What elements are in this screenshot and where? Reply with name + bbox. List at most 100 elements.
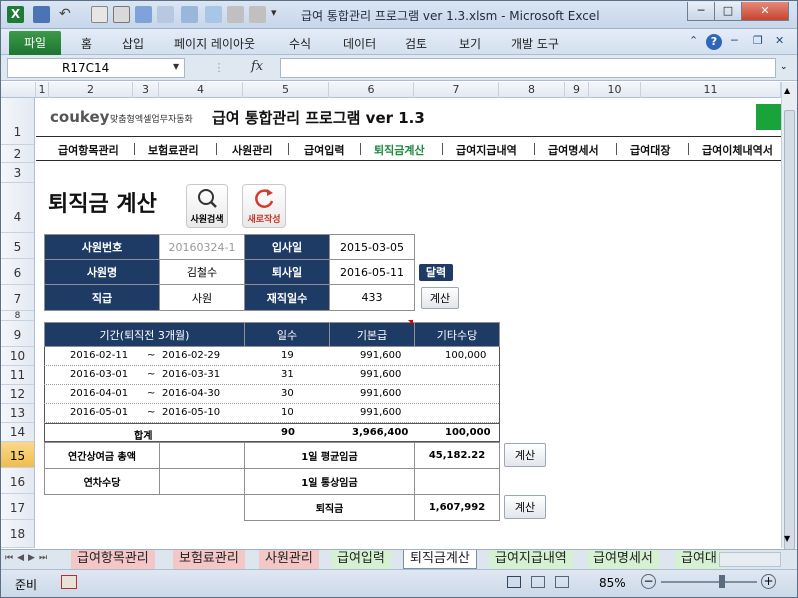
sheet-tab[interactable]: 급여명세서 [587, 550, 659, 569]
undo-icon[interactable]: ↶ [59, 6, 76, 23]
row-header[interactable]: 3 [1, 163, 34, 183]
page-layout-view-icon[interactable] [531, 576, 545, 588]
insert-function-icon[interactable]: fx [251, 59, 263, 74]
new-entry-button[interactable]: 새로작성 [242, 184, 286, 228]
ribbon-collapse-icon[interactable]: ⌃ [689, 34, 698, 47]
tab-data[interactable]: 데이터 [343, 35, 376, 52]
column-header[interactable]: 4 [159, 82, 243, 98]
sheet-tab[interactable]: 급여항목관리 [71, 550, 155, 569]
row-header[interactable]: 11 [1, 366, 34, 385]
nav-payroll[interactable]: 급여대장 [630, 142, 670, 158]
help-icon[interactable]: ? [706, 34, 722, 50]
row-header[interactable]: 17 [1, 494, 34, 520]
sheet-tab[interactable]: 보험료관리 [173, 550, 245, 569]
sheet-tab-active[interactable]: 퇴직금계산 [403, 550, 477, 569]
column-header[interactable]: 10 [589, 82, 641, 98]
nav-insurance[interactable]: 보험료관리 [148, 142, 199, 158]
row-header[interactable]: 16 [1, 468, 34, 494]
namebox-dropdown-icon[interactable]: ▼ [173, 62, 179, 71]
tenure-calc-button[interactable]: 계산 [421, 287, 459, 309]
customize-qat-icon[interactable]: ▾ [271, 6, 288, 23]
column-header[interactable]: 11 [641, 82, 781, 98]
zoom-level[interactable]: 85% [599, 576, 626, 590]
severance-value[interactable]: 1,607,992 [414, 494, 500, 521]
macro-record-icon[interactable] [61, 575, 77, 589]
row-header[interactable]: 5 [1, 233, 34, 259]
ordinary-wage-value[interactable] [414, 468, 500, 495]
row-header[interactable]: 6 [1, 259, 34, 285]
close-button[interactable]: ✕ [741, 2, 789, 21]
row-header[interactable]: 4 [1, 183, 34, 233]
tenure-days-value[interactable]: 433 [329, 284, 415, 311]
column-header[interactable]: 8 [499, 82, 565, 98]
scroll-thumb[interactable] [784, 110, 795, 550]
formula-expand-icon[interactable]: ⌄ [780, 62, 788, 72]
row-header[interactable]: 13 [1, 404, 34, 423]
formula-input[interactable] [280, 58, 776, 78]
row-header[interactable]: 7 [1, 285, 34, 311]
nav-pay-history[interactable]: 급여지급내역 [456, 142, 517, 158]
tab-insert[interactable]: 삽입 [122, 35, 144, 52]
nav-employees[interactable]: 사원관리 [232, 142, 272, 158]
save-icon[interactable] [33, 6, 50, 23]
sort-icon[interactable] [113, 6, 130, 23]
zoom-in-icon[interactable]: + [761, 574, 776, 589]
avg-wage-calc-button[interactable]: 계산 [504, 443, 546, 467]
row-header[interactable]: 18 [1, 520, 34, 548]
sheet-tab[interactable]: 사원관리 [259, 550, 319, 569]
zoom-slider[interactable] [661, 581, 757, 583]
formula-handle[interactable]: ⋮ [197, 58, 241, 78]
tab-developer[interactable]: 개발 도구 [511, 35, 559, 52]
tab-review[interactable]: 검토 [405, 35, 427, 52]
nav-payslip[interactable]: 급여명세서 [548, 142, 599, 158]
excel-logo-icon[interactable]: X [7, 6, 24, 23]
scroll-up-icon[interactable]: ▲ [784, 86, 790, 95]
row-header[interactable]: 14 [1, 423, 34, 442]
table-row[interactable]: 2016-04-01 ~ 2016-04-30 30 991,600 [44, 385, 499, 404]
sheet-tab[interactable]: 급여입력 [331, 550, 391, 569]
file-tab[interactable]: 파일 [9, 31, 61, 55]
worksheet[interactable]: coukey 맞춤형엑셀업무자동화 급여 통합관리 프로그램 ver 1.3 급… [36, 98, 781, 548]
row-header[interactable]: 10 [1, 347, 34, 366]
tab-view[interactable]: 보기 [459, 35, 481, 52]
print-preview-icon[interactable] [91, 6, 108, 23]
sheet-tab[interactable]: 급여대 [675, 550, 723, 569]
table-row[interactable]: 2016-02-11 ~ 2016-02-29 19 991,600 100,0… [44, 347, 499, 366]
form-icon[interactable] [205, 6, 222, 23]
column-header[interactable]: 9 [565, 82, 589, 98]
search-employee-button[interactable]: 사원검색 [186, 184, 228, 228]
select-all-corner[interactable] [1, 82, 36, 98]
nav-severance-active[interactable]: 퇴직금계산 [374, 142, 425, 158]
emp-rank-value[interactable]: 사원 [159, 284, 245, 311]
name-box[interactable]: R17C14 [7, 58, 185, 78]
borders-icon[interactable] [227, 6, 244, 23]
ribbon-min-icon[interactable]: ─ [731, 34, 738, 47]
maximize-button[interactable]: □ [714, 2, 742, 21]
leave-date-value[interactable]: 2016-05-11 [329, 259, 415, 285]
tab-home[interactable]: 홈 [81, 35, 92, 52]
horizontal-scrollbar[interactable] [719, 552, 781, 567]
row-header[interactable]: 2 [1, 145, 34, 163]
scroll-down-icon[interactable]: ▼ [784, 534, 790, 543]
zoom-slider-thumb[interactable] [719, 575, 725, 588]
calendar-button[interactable]: 달력 [419, 264, 453, 281]
vertical-scrollbar[interactable]: ▲ ▼ [781, 82, 797, 550]
table-row[interactable]: 2016-05-01 ~ 2016-05-10 10 991,600 [44, 404, 499, 423]
severance-calc-button[interactable]: 계산 [504, 495, 546, 519]
avg-wage-value[interactable]: 45,182.22 [414, 442, 500, 469]
minimize-button[interactable]: ─ [687, 2, 715, 21]
row-header[interactable]: 1 [1, 98, 34, 145]
join-date-value[interactable]: 2015-03-05 [329, 234, 415, 260]
sheet-tab[interactable]: 급여지급내역 [489, 550, 573, 569]
ribbon-restore-icon[interactable]: ❐ [753, 34, 763, 47]
page-break-view-icon[interactable] [555, 576, 569, 588]
emp-id-value[interactable]: 20160324-1 [159, 234, 245, 260]
row-header[interactable]: 12 [1, 385, 34, 404]
column-header[interactable]: 3 [133, 82, 159, 98]
column-header[interactable]: 7 [414, 82, 499, 98]
column-header[interactable]: 5 [243, 82, 329, 98]
nav-transfer[interactable]: 급여이체내역서 [702, 142, 773, 158]
nav-pay-items[interactable]: 급여항목관리 [58, 142, 119, 158]
column-header[interactable]: 6 [329, 82, 414, 98]
grid-icon[interactable] [249, 6, 266, 23]
